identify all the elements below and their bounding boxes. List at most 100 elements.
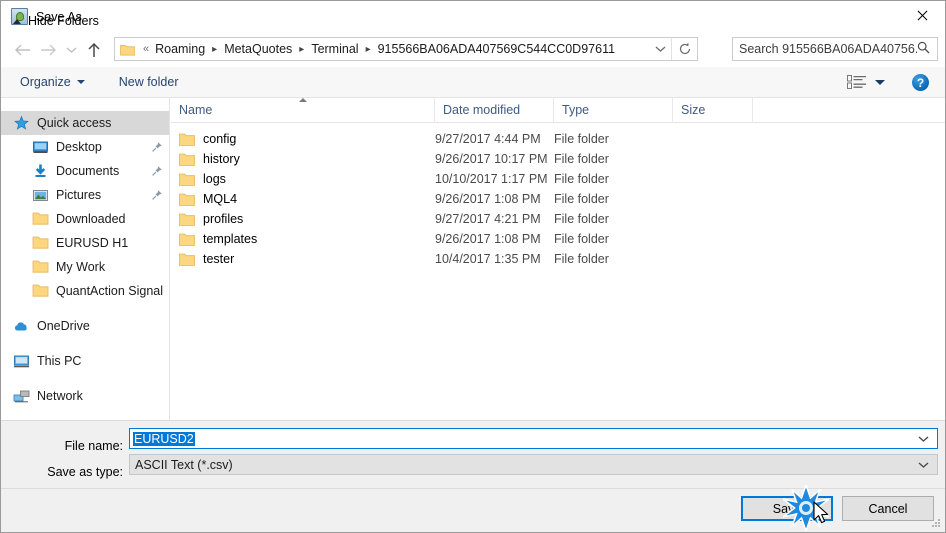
search-input[interactable]: Search 915566BA06ADA40756... bbox=[739, 42, 917, 56]
file-name-cell: profiles bbox=[171, 212, 435, 226]
sidebar-item-my-work[interactable]: My Work bbox=[1, 255, 169, 279]
file-date-cell: 9/27/2017 4:21 PM bbox=[435, 212, 541, 226]
table-row[interactable]: history 9/26/2017 10:17 PM File folder bbox=[171, 149, 945, 169]
sidebar-label: OneDrive bbox=[37, 319, 90, 333]
folder-icon bbox=[179, 213, 195, 226]
sidebar-item-eurusd-h1[interactable]: EURUSD H1 bbox=[1, 231, 169, 255]
file-type-cell: File folder bbox=[554, 212, 609, 226]
view-mode-button[interactable] bbox=[847, 71, 885, 93]
column-header-name[interactable]: Name bbox=[171, 97, 435, 123]
file-name-label: tester bbox=[203, 252, 235, 266]
breadcrumb-item-terminal[interactable]: Terminal bbox=[309, 42, 360, 56]
breadcrumb-item-metaquotes[interactable]: MetaQuotes bbox=[222, 42, 294, 56]
folder-icon bbox=[120, 44, 135, 56]
sidebar-item-quick-access[interactable]: Quick access bbox=[1, 111, 169, 135]
column-header-date-modified[interactable]: Date modified bbox=[435, 97, 554, 123]
pin-icon[interactable] bbox=[151, 141, 163, 153]
file-name-cell: templates bbox=[171, 232, 435, 246]
sidebar-group-divider bbox=[1, 338, 169, 349]
file-type-cell: File folder bbox=[554, 232, 609, 246]
address-dropdown-button[interactable] bbox=[649, 38, 671, 60]
file-type-cell: File folder bbox=[554, 252, 609, 266]
breadcrumb-chevron-icon[interactable]: ▸ bbox=[294, 44, 309, 55]
sidebar-item-this-pc[interactable]: This PC bbox=[1, 349, 169, 373]
help-button[interactable]: ? bbox=[912, 74, 929, 91]
table-row[interactable]: config 9/27/2017 4:44 PM File folder bbox=[171, 129, 945, 149]
search-box[interactable]: Search 915566BA06ADA40756... bbox=[732, 37, 938, 61]
sidebar-item-pictures[interactable]: Pictures bbox=[1, 183, 169, 207]
save-as-type-select[interactable]: ASCII Text (*.csv) bbox=[129, 454, 938, 475]
table-row[interactable]: profiles 9/27/2017 4:21 PM File folder bbox=[171, 209, 945, 229]
column-header-type[interactable]: Type bbox=[554, 97, 673, 123]
organize-button[interactable]: Organize bbox=[13, 71, 92, 93]
sidebar-label: Network bbox=[37, 389, 83, 403]
folder-icon bbox=[32, 211, 49, 228]
title-bar: Save As bbox=[1, 1, 945, 32]
pin-icon[interactable] bbox=[151, 189, 163, 201]
sidebar-group-divider bbox=[1, 373, 169, 384]
file-name-input[interactable]: EURUSD2 bbox=[129, 428, 938, 449]
onedrive-cloud-icon bbox=[13, 318, 30, 335]
pin-icon[interactable] bbox=[151, 165, 163, 177]
save-button[interactable]: Save bbox=[741, 496, 833, 521]
breadcrumb-chevron-icon[interactable]: ▸ bbox=[361, 44, 376, 55]
sidebar-label: Quick access bbox=[37, 116, 112, 130]
chevron-down-icon[interactable] bbox=[918, 458, 929, 472]
table-row[interactable]: logs 10/10/2017 1:17 PM File folder bbox=[171, 169, 945, 189]
breadcrumb-item-guid[interactable]: 915566BA06ADA407569C544CC0D97611 bbox=[376, 42, 617, 56]
forward-arrow-icon bbox=[40, 44, 56, 55]
file-type-cell: File folder bbox=[554, 172, 609, 186]
column-header-size-label: Size bbox=[681, 102, 706, 117]
sidebar-item-quantaction-signal[interactable]: QuantAction Signal bbox=[1, 279, 169, 303]
sidebar-item-network[interactable]: Network bbox=[1, 384, 169, 408]
address-bar[interactable]: « Roaming ▸ MetaQuotes ▸ Terminal ▸ 9155… bbox=[114, 37, 698, 61]
sidebar-label: This PC bbox=[37, 354, 82, 368]
breadcrumb-overflow[interactable]: « bbox=[139, 43, 153, 55]
table-row[interactable]: templates 9/26/2017 1:08 PM File folder bbox=[171, 229, 945, 249]
table-row[interactable]: MQL4 9/26/2017 1:08 PM File folder bbox=[171, 189, 945, 209]
hide-folders-button[interactable]: Hide Folders bbox=[13, 14, 99, 28]
back-arrow-icon bbox=[14, 44, 30, 55]
sidebar-item-downloaded[interactable]: Downloaded bbox=[1, 207, 169, 231]
sidebar-item-onedrive[interactable]: OneDrive bbox=[1, 314, 169, 338]
new-folder-button[interactable]: New folder bbox=[112, 71, 186, 93]
forward-button[interactable] bbox=[35, 37, 61, 63]
refresh-icon bbox=[679, 42, 690, 55]
file-name-label: MQL4 bbox=[203, 192, 238, 206]
column-header-row: Name Date modified Type Size bbox=[171, 97, 945, 123]
sidebar-label: Pictures bbox=[56, 188, 102, 202]
file-date-cell: 9/26/2017 10:17 PM bbox=[435, 152, 548, 166]
save-button-label: Save bbox=[772, 501, 802, 516]
sidebar-item-documents[interactable]: Documents bbox=[1, 159, 169, 183]
cancel-button[interactable]: Cancel bbox=[842, 496, 934, 521]
list-view-icon bbox=[847, 75, 866, 89]
chevron-down-icon bbox=[875, 79, 885, 85]
sidebar-item-desktop[interactable]: Desktop bbox=[1, 135, 169, 159]
organize-label: Organize bbox=[20, 75, 71, 89]
cancel-button-label: Cancel bbox=[868, 501, 908, 516]
column-header-size[interactable]: Size bbox=[673, 97, 753, 123]
chevron-down-icon[interactable] bbox=[918, 432, 929, 446]
refresh-button[interactable] bbox=[671, 38, 697, 60]
breadcrumb-chevron-icon[interactable]: ▸ bbox=[207, 44, 222, 55]
documents-download-icon bbox=[32, 163, 49, 180]
file-name-value[interactable]: EURUSD2 bbox=[133, 431, 195, 446]
close-button[interactable] bbox=[899, 1, 945, 31]
folder-icon bbox=[179, 233, 195, 246]
save-as-type-label: Save as type: bbox=[47, 465, 123, 479]
up-button[interactable] bbox=[81, 37, 107, 63]
file-name-label: config bbox=[203, 132, 237, 146]
table-row[interactable]: tester 10/4/2017 1:35 PM File folder bbox=[171, 249, 945, 269]
breadcrumb-item-roaming[interactable]: Roaming bbox=[153, 42, 207, 56]
sort-ascending-icon bbox=[299, 97, 307, 102]
file-rows-container: config 9/27/2017 4:44 PM File folder his… bbox=[171, 123, 945, 269]
recent-locations-button[interactable] bbox=[61, 37, 81, 63]
resize-grip[interactable] bbox=[929, 516, 942, 529]
column-header-date-label: Date modified bbox=[443, 102, 521, 117]
back-button[interactable] bbox=[9, 37, 35, 63]
sidebar-label: Desktop bbox=[56, 140, 102, 154]
chevron-down-icon bbox=[76, 80, 85, 84]
new-folder-label: New folder bbox=[118, 75, 179, 89]
folder-icon bbox=[179, 133, 195, 146]
hide-folders-label: Hide Folders bbox=[28, 14, 99, 28]
